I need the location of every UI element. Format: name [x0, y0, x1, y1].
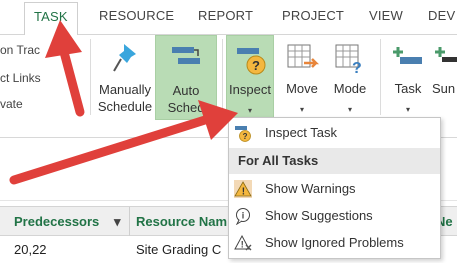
move-dropdown-arrow[interactable]: ▾	[279, 105, 325, 114]
move-icon	[287, 44, 320, 68]
svg-text:?: ?	[252, 58, 260, 73]
svg-text:?: ?	[243, 132, 248, 141]
manually-schedule-label: Manually Schedule	[97, 82, 153, 114]
mode-label: Mode	[333, 81, 367, 96]
column-divider	[129, 207, 130, 237]
tab-report[interactable]: REPORT	[198, 8, 253, 23]
move-button[interactable]: Move ▾	[279, 35, 325, 120]
links-command[interactable]: ct Links	[0, 71, 41, 85]
summary-button[interactable]: Sun	[430, 35, 457, 120]
svg-text:!: !	[241, 240, 244, 250]
resource-names-cell[interactable]: Site Grading C	[136, 242, 221, 257]
auto-schedule-label: Auto Sched	[167, 83, 205, 115]
ribbon-separator	[222, 39, 223, 115]
ribbon-separator	[380, 39, 381, 115]
show-warnings-label: Show Warnings	[265, 181, 356, 196]
auto-schedule-icon	[172, 47, 200, 64]
ignored-problem-icon: !	[234, 234, 252, 251]
ribbon-tab-bar: TASK RESOURCE REPORT PROJECT VIEW DEV	[0, 0, 457, 36]
inspect-dropdown-menu: ? Inspect Task For All Tasks ! Show Warn…	[228, 117, 441, 259]
show-suggestions-label: Show Suggestions	[265, 208, 373, 223]
inspect-label: Inspect	[229, 82, 271, 97]
tab-view[interactable]: VIEW	[369, 8, 403, 23]
predecessors-cell[interactable]: 20,22	[14, 242, 47, 257]
inspect-icon: ?	[237, 48, 266, 75]
show-ignored-problems-label: Show Ignored Problems	[265, 235, 404, 250]
add-task-icon	[393, 47, 422, 64]
track-command[interactable]: on Trac	[0, 43, 40, 57]
column-header-resource-names[interactable]: Resource Nam	[136, 214, 227, 229]
menu-section-header: For All Tasks	[229, 148, 440, 174]
pushpin-icon	[113, 44, 136, 72]
ribbon-separator	[90, 39, 91, 115]
manually-schedule-button[interactable]: Manually Schedule	[94, 35, 156, 120]
menu-item-show-warnings[interactable]: ! Show Warnings	[229, 176, 440, 202]
tab-resource[interactable]: RESOURCE	[99, 8, 174, 23]
inactivate-command[interactable]: vate	[0, 97, 23, 111]
column-header-predecessors[interactable]: Predecessors	[14, 214, 99, 229]
menu-item-show-suggestions[interactable]: i Show Suggestions	[229, 203, 440, 229]
summary-task-icon	[435, 47, 457, 62]
mode-icon: ?	[335, 44, 362, 75]
svg-text:!: !	[242, 187, 245, 198]
tab-task[interactable]: TASK	[24, 2, 78, 36]
tab-developer[interactable]: DEV	[428, 8, 455, 23]
mode-dropdown-arrow[interactable]: ▾	[327, 105, 373, 114]
inspect-button[interactable]: ? Inspect ▾	[226, 35, 274, 120]
mode-button[interactable]: ? Mode ▾	[327, 35, 373, 120]
task-button[interactable]: Task ▾	[388, 35, 428, 120]
suggestion-bubble-icon: i	[235, 208, 250, 225]
sort-filter-arrow[interactable]: ▾	[114, 214, 121, 230]
summary-label: Sun	[432, 81, 456, 96]
inspect-dropdown-arrow[interactable]: ▾	[227, 106, 273, 115]
inspect-task-label: Inspect Task	[265, 125, 338, 140]
task-label: Task	[394, 81, 422, 96]
auto-schedule-button[interactable]: Auto Sched	[155, 35, 217, 120]
menu-item-inspect-task[interactable]: ? Inspect Task	[229, 120, 440, 146]
svg-text:?: ?	[352, 60, 362, 75]
menu-item-show-ignored-problems[interactable]: ! Show Ignored Problems	[229, 230, 440, 256]
inspect-task-icon: ?	[235, 126, 251, 142]
move-label: Move	[286, 81, 318, 96]
task-dropdown-arrow[interactable]: ▾	[388, 105, 428, 114]
svg-text:i: i	[242, 211, 245, 221]
for-all-tasks-label: For All Tasks	[238, 153, 319, 168]
warning-icon: !	[234, 180, 252, 198]
tab-project[interactable]: PROJECT	[282, 8, 344, 23]
